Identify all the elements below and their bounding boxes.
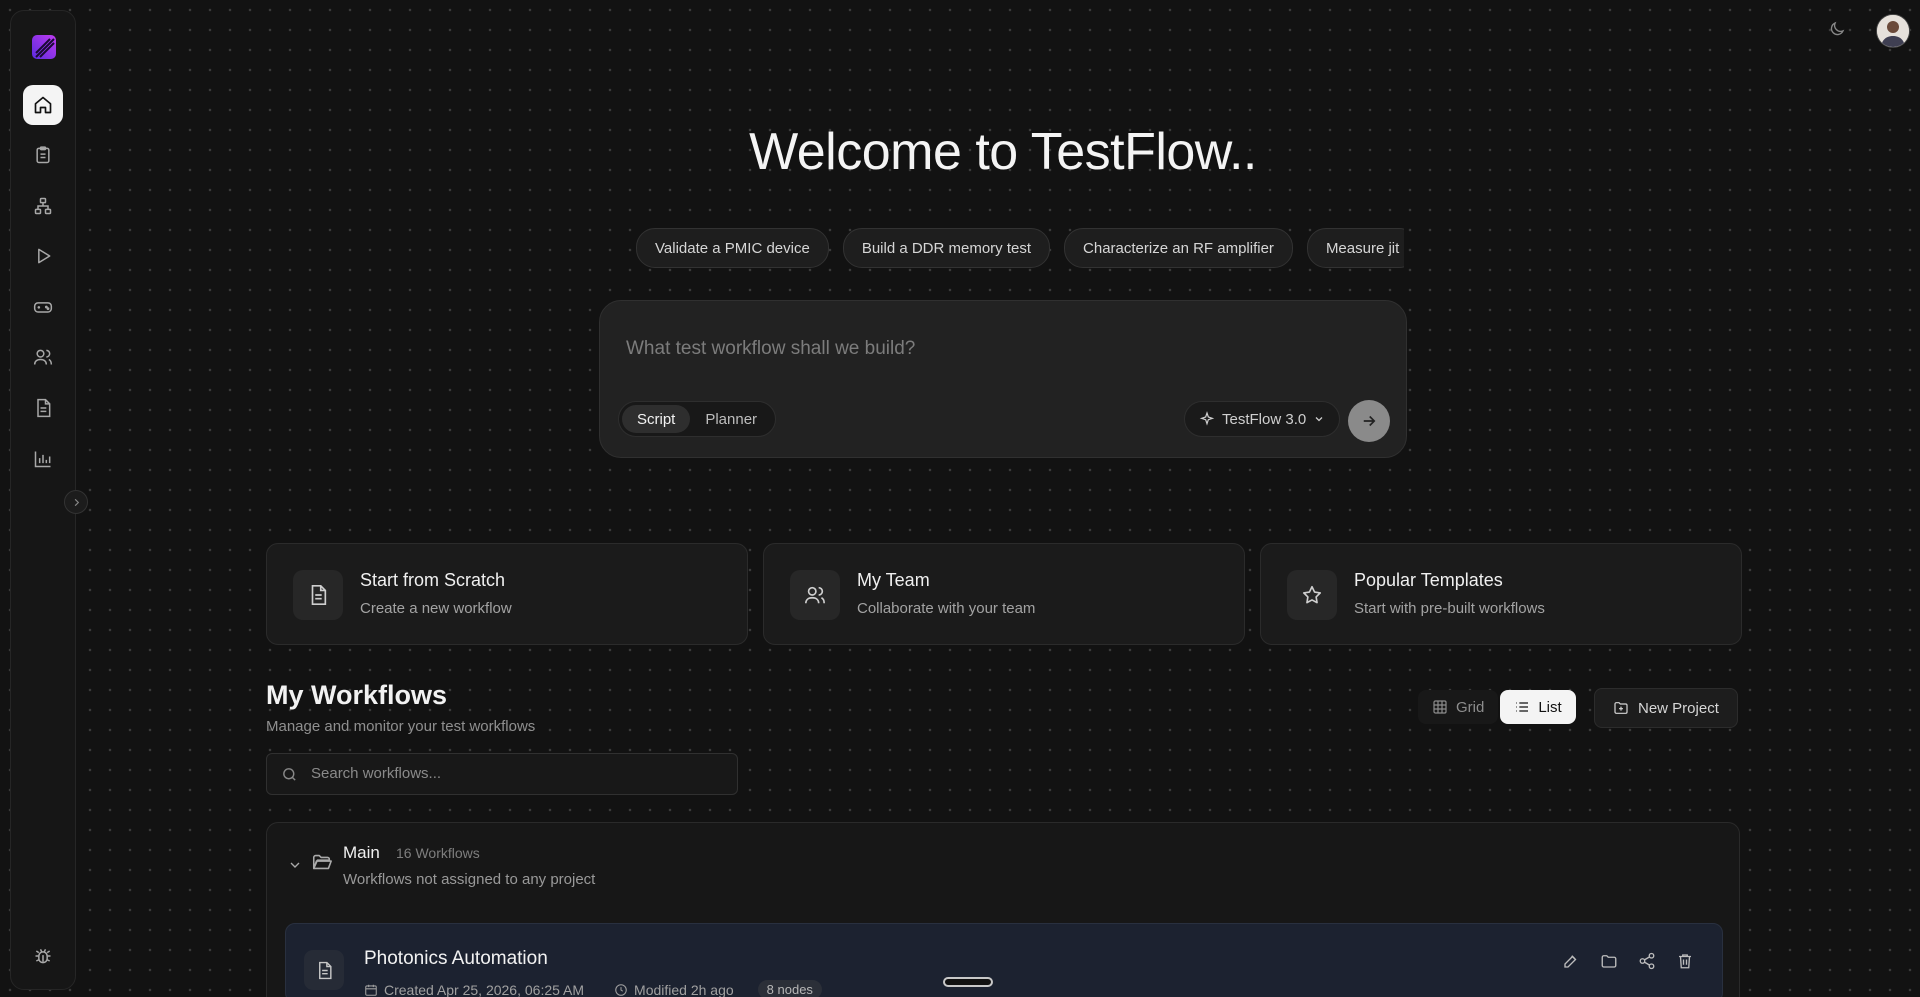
chevron-right-icon: [74, 498, 79, 506]
suggestion-chip[interactable]: Measure jit: [1306, 228, 1404, 268]
nav-reports[interactable]: [23, 388, 63, 428]
search-input[interactable]: [309, 764, 723, 783]
card-subtitle: Start with pre-built workflows: [1354, 600, 1545, 617]
user-avatar[interactable]: [1876, 14, 1910, 48]
folder-icon[interactable]: [1600, 952, 1618, 970]
view-toggle: Grid List: [1418, 690, 1576, 726]
list-view-button[interactable]: List: [1500, 690, 1576, 724]
card-title: My Team: [857, 570, 930, 590]
sidebar-collapse-button[interactable]: [64, 490, 88, 514]
clock-icon: [615, 983, 627, 996]
group-name: Main: [343, 843, 380, 862]
chevron-down-icon: [1315, 417, 1323, 422]
popular-templates-card[interactable]: Popular Templates Start with pre-built w…: [1260, 543, 1742, 645]
my-team-card[interactable]: My Team Collaborate with your team: [763, 543, 1245, 645]
calendar-icon: [365, 984, 377, 996]
nav-home[interactable]: [23, 85, 63, 125]
home-icon: [34, 96, 52, 114]
scroll-indicator[interactable]: [943, 977, 993, 987]
moon-icon: [1830, 21, 1845, 36]
model-select[interactable]: TestFlow 3.0: [1184, 401, 1341, 437]
nav-run[interactable]: [23, 236, 63, 276]
users-icon: [33, 349, 53, 365]
edit-icon[interactable]: [1562, 952, 1580, 970]
workflow-actions: [1562, 952, 1694, 970]
workflow-meta: Created Apr 25, 2026, 06:25 AM Modified …: [364, 980, 822, 997]
suggestion-chip[interactable]: Validate a PMIC device: [636, 228, 829, 268]
suggestion-chips: Validate a PMIC device Build a DDR memor…: [636, 228, 1404, 268]
prompt-input[interactable]: [624, 337, 1328, 361]
workflow-title: Photonics Automation: [364, 948, 548, 969]
bar-chart-icon: [34, 451, 51, 468]
search-icon: [283, 768, 296, 781]
workflow-created: Created Apr 25, 2026, 06:25 AM: [384, 981, 585, 997]
folder-plus-icon: [1614, 702, 1628, 714]
mode-planner-button[interactable]: Planner: [690, 405, 772, 433]
card-subtitle: Create a new workflow: [360, 600, 512, 617]
grid-view-label: Grid: [1456, 698, 1485, 716]
network-icon: [34, 197, 52, 215]
suggestion-chip[interactable]: Build a DDR memory test: [842, 228, 1051, 268]
workflows-subtitle: Manage and monitor your test workflows: [266, 718, 536, 735]
workflows-title: My Workflows: [266, 680, 448, 710]
file-text-icon: [37, 398, 51, 418]
send-button[interactable]: [1348, 400, 1390, 442]
page-title: Welcome to TestFlow..: [749, 123, 1257, 181]
project-group-main: Main 16 Workflows Workflows not assigned…: [266, 822, 1740, 997]
mode-script-button[interactable]: Script: [622, 405, 691, 433]
list-icon: [1516, 702, 1529, 712]
nav-workflows[interactable]: [23, 186, 63, 226]
model-label: TestFlow 3.0: [1222, 410, 1307, 428]
workflow-search: [266, 753, 738, 795]
bug-icon: [35, 948, 51, 964]
group-description: Workflows not assigned to any project: [343, 871, 596, 888]
grid-icon: [1433, 700, 1447, 714]
app-logo[interactable]: [28, 31, 60, 63]
share-icon[interactable]: [1638, 952, 1656, 970]
group-count: 16 Workflows: [396, 845, 480, 861]
start-from-scratch-card[interactable]: Start from Scratch Create a new workflow: [266, 543, 748, 645]
grid-view-button[interactable]: Grid: [1418, 690, 1499, 724]
arrow-right-icon: [1363, 415, 1376, 427]
list-view-label: List: [1538, 698, 1562, 716]
card-subtitle: Collaborate with your team: [857, 600, 1036, 617]
mode-toggle: Script Planner: [618, 401, 777, 437]
nav-analytics[interactable]: [23, 439, 63, 479]
card-title: Start from Scratch: [360, 570, 506, 590]
trash-icon[interactable]: [1676, 952, 1694, 970]
document-icon: [304, 950, 344, 990]
users-icon: [790, 570, 840, 620]
workflow-row[interactable]: Photonics Automation Created Apr 25, 202…: [285, 923, 1723, 997]
nav-team[interactable]: [23, 337, 63, 377]
card-title: Popular Templates: [1354, 570, 1503, 590]
gamepad-icon: [33, 302, 53, 313]
document-icon: [293, 570, 343, 620]
workflow-modified: Modified 2h ago: [634, 981, 734, 997]
play-icon: [38, 248, 51, 264]
folder-open-icon: [312, 854, 332, 870]
theme-toggle[interactable]: [1826, 18, 1848, 40]
chevron-down-icon[interactable]: [287, 857, 303, 873]
sparkle-icon: [1199, 411, 1215, 426]
star-icon: [1287, 570, 1337, 620]
new-project-label: New Project: [1638, 699, 1719, 717]
suggestion-chip[interactable]: Characterize an RF amplifier: [1064, 228, 1293, 268]
nav-devices[interactable]: [23, 287, 63, 327]
nodes-badge: 8 nodes: [757, 980, 822, 997]
prompt-composer: Script Planner TestFlow 3.0: [599, 300, 1407, 458]
nav-debug[interactable]: [23, 936, 63, 976]
new-project-button[interactable]: New Project: [1594, 688, 1738, 728]
